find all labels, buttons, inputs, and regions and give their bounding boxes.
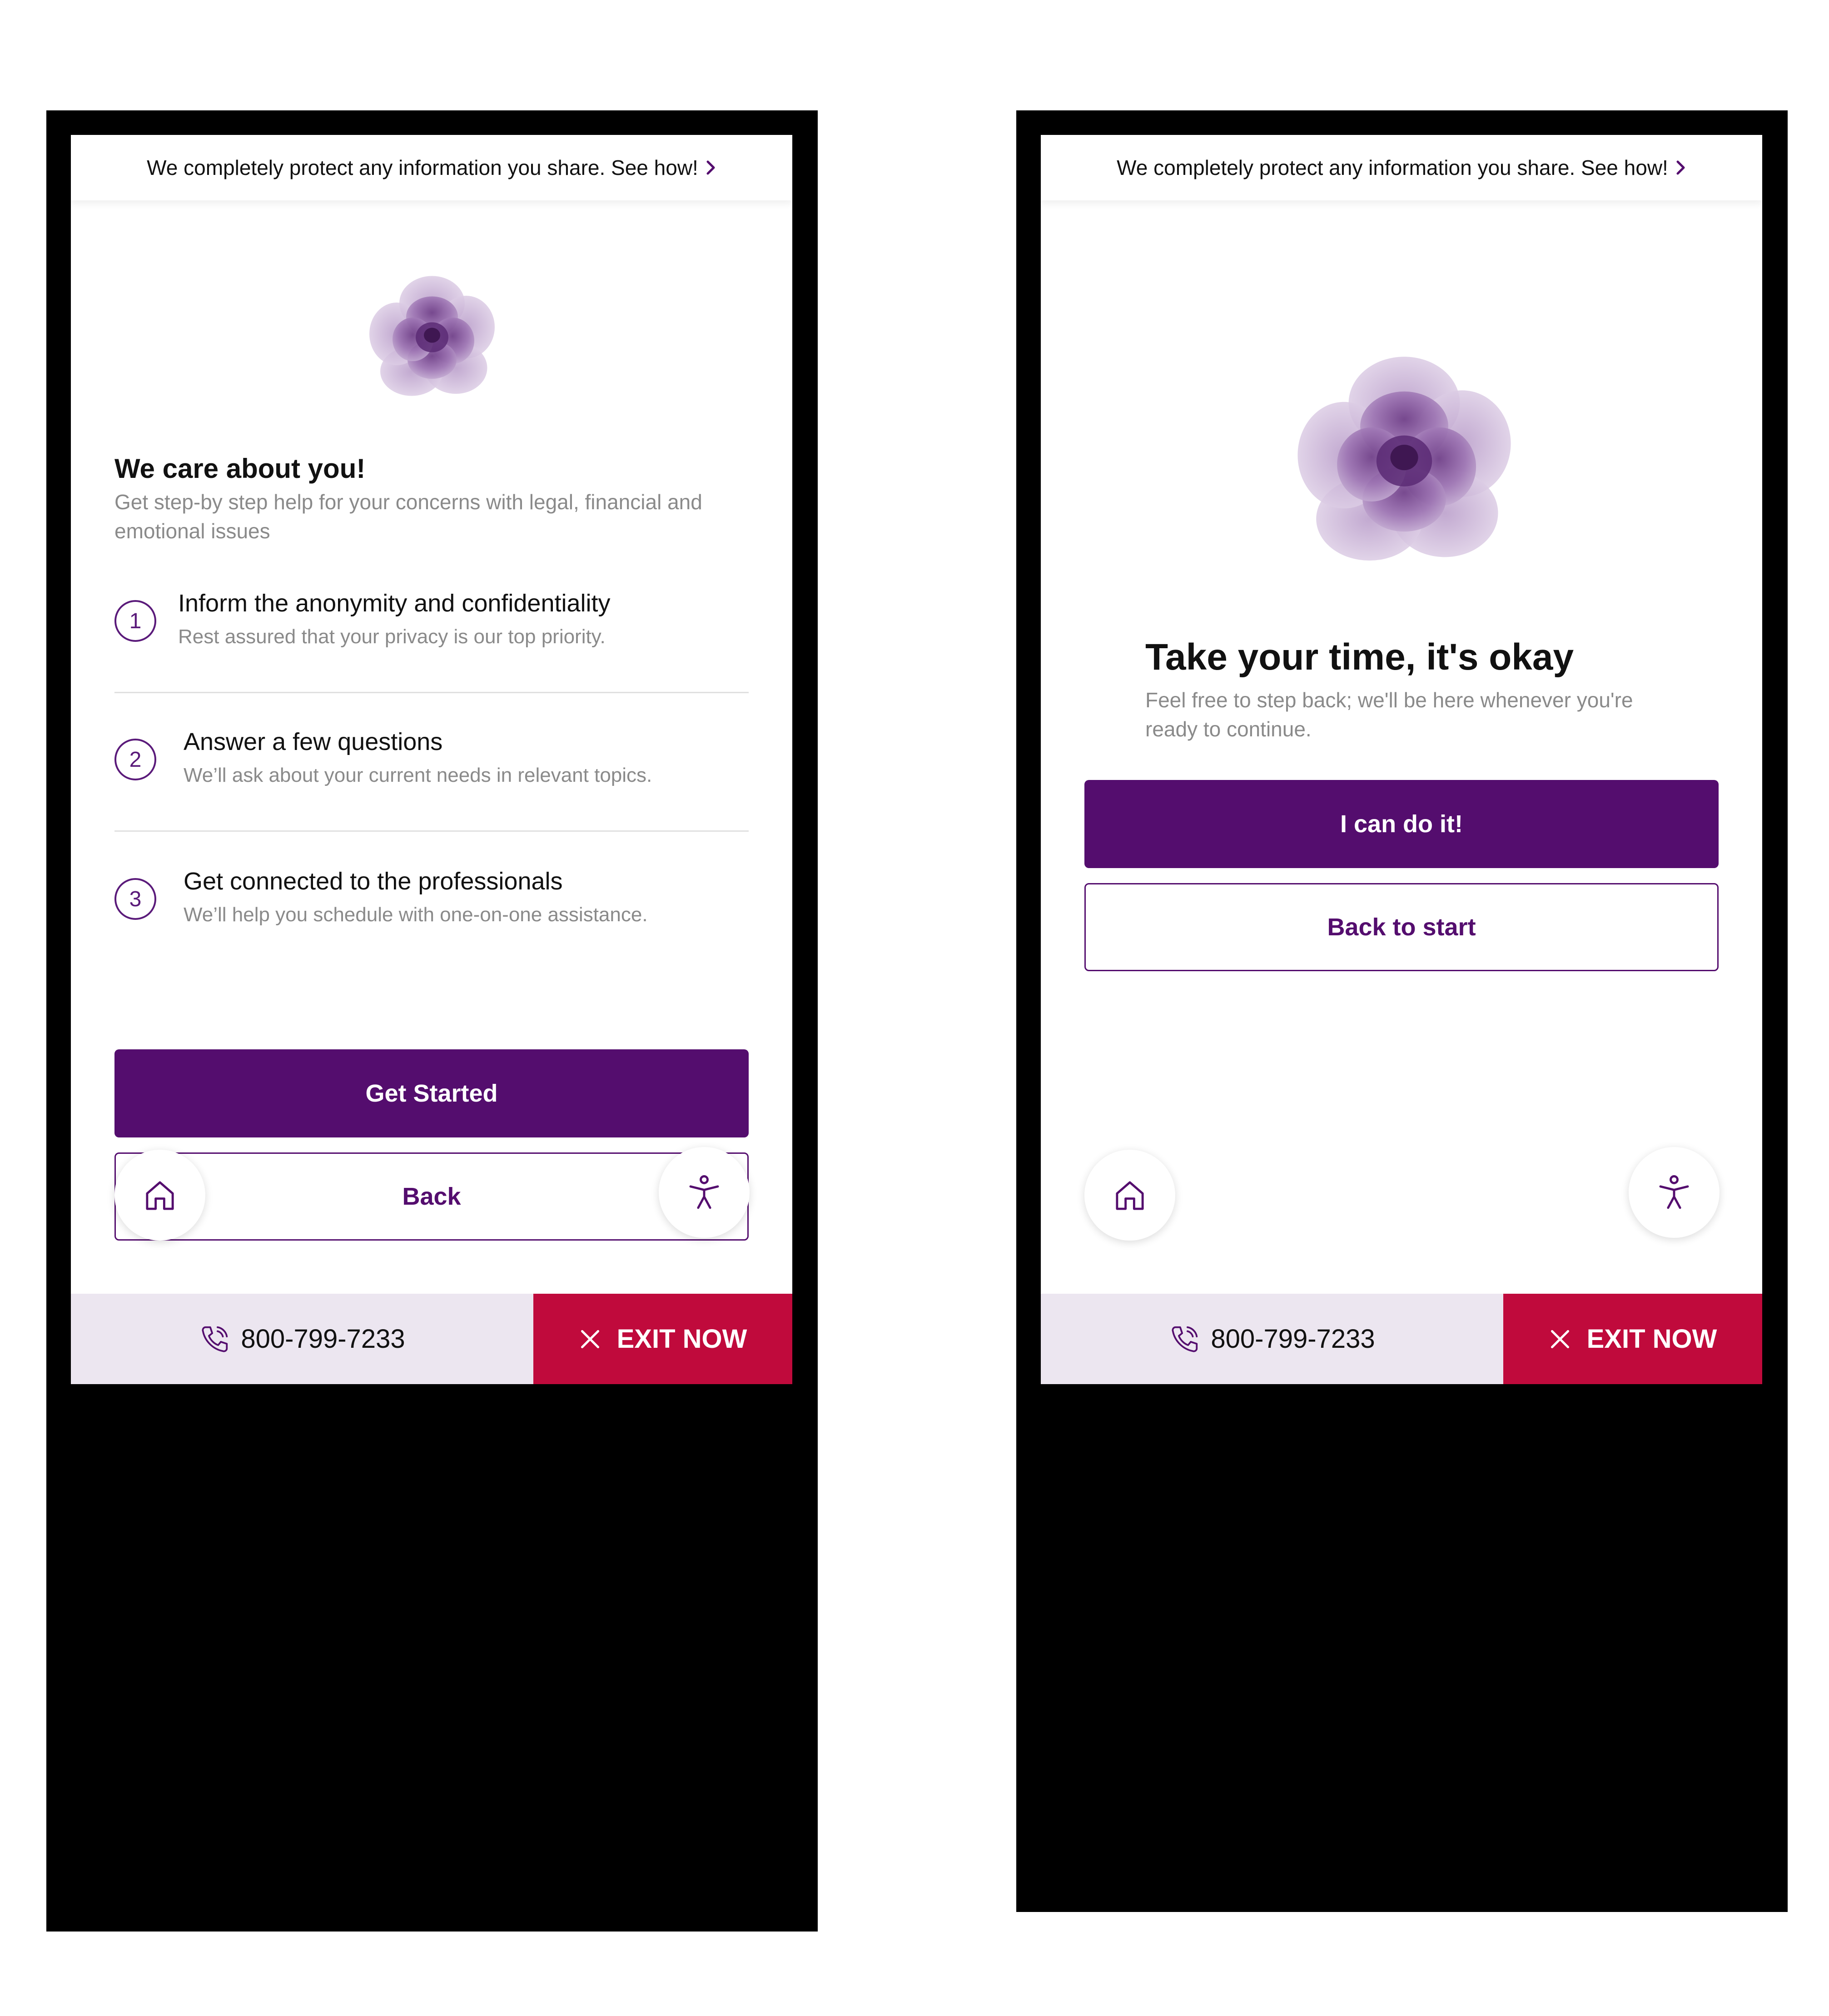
step-number-badge: 2	[114, 739, 156, 780]
footer-bar: 800-799-7233 EXIT NOW	[1041, 1294, 1762, 1384]
home-button[interactable]	[1084, 1150, 1175, 1241]
step-title: Answer a few questions	[184, 728, 443, 755]
step-item-3: 3 Get connected to the professionals We’…	[114, 867, 749, 940]
phone-icon	[1172, 1326, 1198, 1352]
phone-frame-left: We completely protect any information yo…	[46, 110, 818, 1932]
onboarding-screen: We completely protect any information yo…	[71, 135, 792, 1384]
exit-now-button[interactable]: EXIT NOW	[533, 1294, 792, 1384]
step-description: We’ll ask about your current needs in re…	[184, 764, 652, 786]
hotline-call-button[interactable]: 800-799-7233	[1041, 1294, 1503, 1384]
phone-icon	[202, 1326, 228, 1352]
step-number-badge: 3	[114, 878, 156, 920]
flower-illustration	[1282, 339, 1527, 571]
divider	[114, 692, 749, 693]
exit-now-label: EXIT NOW	[616, 1324, 747, 1354]
footer-bar: 800-799-7233 EXIT NOW	[71, 1294, 792, 1384]
home-icon	[146, 1181, 174, 1210]
chevron-right-icon	[706, 160, 716, 175]
step-description: Rest assured that your privacy is our to…	[178, 626, 606, 648]
step-number-badge: 1	[114, 600, 156, 642]
privacy-banner[interactable]: We completely protect any information yo…	[71, 135, 792, 200]
page-subtitle: Get step-by step help for your concerns …	[114, 490, 702, 543]
accessibility-button[interactable]	[1629, 1147, 1720, 1238]
privacy-banner[interactable]: We completely protect any information yo…	[1041, 135, 1762, 200]
back-to-start-button[interactable]: Back to start	[1084, 883, 1719, 971]
chevron-right-icon	[1675, 160, 1686, 175]
step-item-1: 1 Inform the anonymity and confidentiali…	[114, 589, 749, 662]
exit-now-button[interactable]: EXIT NOW	[1503, 1294, 1762, 1384]
flower-illustration	[362, 266, 502, 402]
pause-screen: We completely protect any information yo…	[1041, 135, 1762, 1384]
accessibility-icon	[689, 1175, 719, 1209]
privacy-banner-text: We completely protect any information yo…	[1117, 156, 1668, 179]
i-can-do-it-button[interactable]: I can do it!	[1084, 780, 1719, 868]
get-started-button[interactable]: Get Started	[114, 1049, 749, 1137]
back-button[interactable]: Back	[114, 1152, 749, 1241]
divider	[114, 830, 749, 832]
step-description: We’ll help you schedule with one-on-one …	[184, 904, 648, 926]
close-icon	[581, 1330, 599, 1348]
exit-now-label: EXIT NOW	[1586, 1324, 1717, 1354]
accessibility-icon	[1659, 1175, 1689, 1209]
privacy-banner-text: We completely protect any information yo…	[147, 156, 698, 179]
hotline-number: 800-799-7233	[1211, 1324, 1375, 1354]
home-icon	[1116, 1181, 1144, 1210]
step-title: Inform the anonymity and confidentiality	[178, 590, 611, 617]
hotline-number: 800-799-7233	[241, 1324, 405, 1354]
phone-frame-right: We completely protect any information yo…	[1016, 110, 1788, 1912]
close-icon	[1551, 1330, 1569, 1348]
home-button[interactable]	[114, 1150, 205, 1241]
hotline-call-button[interactable]: 800-799-7233	[71, 1294, 533, 1384]
step-item-2: 2 Answer a few questions We’ll ask about…	[114, 728, 749, 800]
page-title: Take your time, it's okay	[1145, 636, 1574, 678]
step-title: Get connected to the professionals	[184, 868, 563, 895]
page-title: We care about you!	[114, 453, 366, 484]
page-subtitle: Feel free to step back; we'll be here wh…	[1145, 688, 1633, 741]
accessibility-button[interactable]	[659, 1147, 750, 1238]
